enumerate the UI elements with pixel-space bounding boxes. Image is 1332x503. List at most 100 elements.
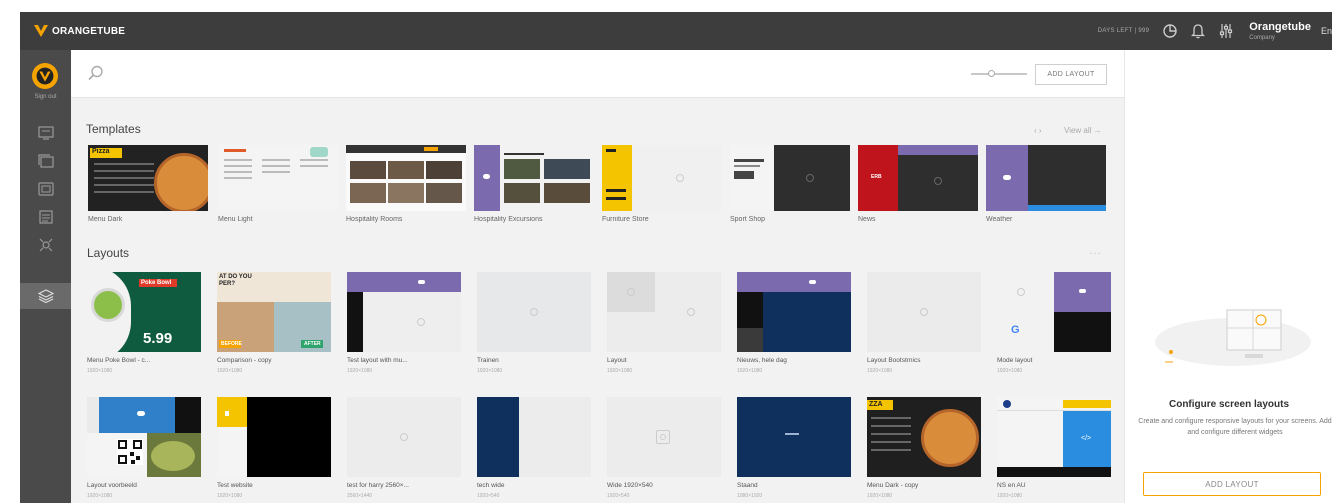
template-thumb-text: Pizza	[92, 148, 110, 155]
layout-label: Test layout with mu...	[347, 357, 408, 364]
app-frame: ORANGETUBE DAYS LEFT | 999 Orangetube Co…	[0, 0, 1332, 503]
user-role: Company	[1249, 34, 1275, 41]
qr-code-icon	[117, 439, 143, 465]
settings-sliders-icon[interactable]	[1217, 22, 1235, 40]
top-bar: ORANGETUBE DAYS LEFT | 999 Orangetube Co…	[20, 12, 1332, 50]
layout-thumbnail	[867, 272, 981, 352]
layouts-icon	[37, 289, 54, 303]
layout-illustration-icon	[1155, 309, 1311, 366]
layout-label: Staand	[737, 482, 758, 489]
layout-card[interactable]: ZZA Menu Dark - copy 1920×1080	[867, 397, 981, 499]
layout-card[interactable]: Layout 1920×1080	[607, 272, 721, 374]
zoom-slider[interactable]	[971, 70, 1027, 77]
layout-card[interactable]: </> NS en AU 1920×1080	[997, 397, 1111, 499]
layout-card[interactable]: Wide 1920×540 1920×540	[607, 397, 721, 499]
layouts-heading: Layouts	[87, 246, 130, 260]
layouts-more-menu[interactable]: ···	[1089, 248, 1102, 259]
layout-card[interactable]: Layout Bootstrnics 1920×1080	[867, 272, 981, 374]
template-label: Sport Shop	[730, 216, 766, 223]
layout-resolution: 1920×1080	[347, 368, 373, 374]
layout-card[interactable]: Layout voorbeeld 1920×1080	[87, 397, 201, 499]
schedule-icon	[38, 210, 53, 224]
template-thumbnail: ERB	[858, 145, 978, 211]
layout-thumbnail	[737, 397, 851, 477]
template-card[interactable]: Furniture Store	[602, 145, 722, 223]
comparison-heading: AT DO YOU PER?	[219, 274, 252, 287]
search-icon[interactable]	[87, 64, 105, 82]
code-icon: </>	[1081, 435, 1092, 442]
layout-thumbnail: G	[997, 272, 1111, 352]
sidebar-item-layouts[interactable]	[20, 283, 71, 309]
template-card[interactable]: Hospitality Rooms	[346, 145, 466, 223]
sidebar-item-playlists[interactable]	[20, 148, 71, 174]
notification-bell-icon[interactable]	[1189, 22, 1207, 40]
layout-thumbnail: ZZA	[867, 397, 981, 477]
layout-card[interactable]: Trainen 1920×1080	[477, 272, 591, 374]
avatar-logo-icon	[36, 67, 54, 85]
google-logo-icon: G	[1011, 324, 1020, 336]
templates-heading: Templates	[86, 122, 141, 136]
layout-card[interactable]: G Mode layout 1920×1080	[997, 272, 1111, 374]
layout-resolution: 1920×1080	[997, 368, 1023, 374]
sidebar-item-widgets[interactable]	[20, 232, 71, 258]
layout-resolution: 1920×1080	[867, 368, 893, 374]
template-card[interactable]: Sport Shop	[730, 145, 850, 223]
layout-card[interactable]: Poke Bowl 5.99 Menu Poke Bowl - c... 192…	[87, 272, 201, 374]
user-menu[interactable]: Orangetube Company	[1249, 21, 1311, 41]
layout-card[interactable]: Staand 1080×1920	[737, 397, 851, 499]
layout-label: tech wide	[477, 482, 505, 489]
layout-card[interactable]: test for harry 2560×... 2560×1440	[347, 397, 461, 499]
layout-resolution: 1920×1080	[737, 368, 763, 374]
pizza-thumb-text: ZZA	[869, 401, 883, 408]
template-card[interactable]: ERB News	[858, 145, 978, 223]
layout-label: Trainen	[477, 357, 499, 364]
poke-title-text: Poke Bowl	[141, 280, 172, 286]
template-card[interactable]: Weather	[986, 145, 1106, 223]
language-selector[interactable]: En	[1321, 26, 1332, 36]
sign-out-link[interactable]: Sign out	[20, 94, 71, 100]
analytics-icon[interactable]	[1161, 22, 1179, 40]
layout-card[interactable]: AT DO YOU PER? BEFORE AFTER Comparison -…	[217, 272, 331, 374]
template-thumbnail	[346, 145, 466, 211]
sidebar-item-screens[interactable]	[20, 120, 71, 146]
layout-resolution: 1920×540	[607, 493, 630, 499]
layout-thumbnail	[477, 272, 591, 352]
template-label: Hospitality Excursions	[474, 216, 543, 223]
layout-label: Menu Dark - copy	[867, 482, 919, 489]
layout-label: Layout Bootstrnics	[867, 357, 921, 364]
brand-logo[interactable]: ORANGETUBE	[33, 22, 125, 40]
avatar[interactable]	[32, 63, 58, 89]
layout-card[interactable]: Nieuws, hele dag 1920×1080	[737, 272, 851, 374]
layout-label: Nieuws, hele dag	[737, 357, 787, 364]
layout-resolution: 1920×1080	[87, 493, 113, 499]
layout-resolution: 1920×1080	[607, 368, 633, 374]
layout-card[interactable]: Test layout with mu... 1920×1080	[347, 272, 461, 374]
sidebar-item-schedule[interactable]	[20, 204, 71, 230]
configure-title: Configure screen layouts	[1168, 399, 1290, 410]
templates-prev-arrow[interactable]: ‹ ›	[1034, 126, 1042, 135]
screens-icon	[37, 126, 54, 140]
main-content: ADD LAYOUT Templates ‹ › View all → Pizz…	[71, 50, 1124, 503]
top-right-controls: DAYS LEFT | 999 Orangetube Company En	[1098, 12, 1332, 50]
layout-label: test for harry 2560×...	[347, 482, 409, 489]
add-layout-button[interactable]: ADD LAYOUT	[1035, 64, 1107, 85]
layout-card[interactable]: Test website 1920×1080	[217, 397, 331, 499]
layout-thumbnail	[347, 397, 461, 477]
templates-view-all-link[interactable]: View all →	[1064, 126, 1102, 135]
layout-thumbnail	[477, 397, 591, 477]
template-thumbnail	[218, 145, 338, 211]
layout-label: Mode layout	[997, 357, 1033, 364]
layout-label: NS en AU	[997, 482, 1026, 489]
before-tag: BEFORE	[221, 341, 242, 347]
template-card[interactable]: Hospitality Excursions	[474, 145, 594, 223]
zoom-slider-knob[interactable]	[988, 70, 995, 77]
layout-thumbnail: </>	[997, 397, 1111, 477]
layout-thumbnail	[217, 397, 331, 477]
brand-name: ORANGETUBE	[52, 25, 126, 37]
sidebar-item-media[interactable]	[20, 176, 71, 202]
layout-thumbnail	[87, 397, 201, 477]
layout-card[interactable]: tech wide 1920×540	[477, 397, 591, 499]
template-card[interactable]: Menu Light	[218, 145, 338, 223]
add-layout-panel-button[interactable]: ADD LAYOUT	[1143, 472, 1321, 496]
template-card[interactable]: Pizza Menu Dark	[88, 145, 208, 223]
